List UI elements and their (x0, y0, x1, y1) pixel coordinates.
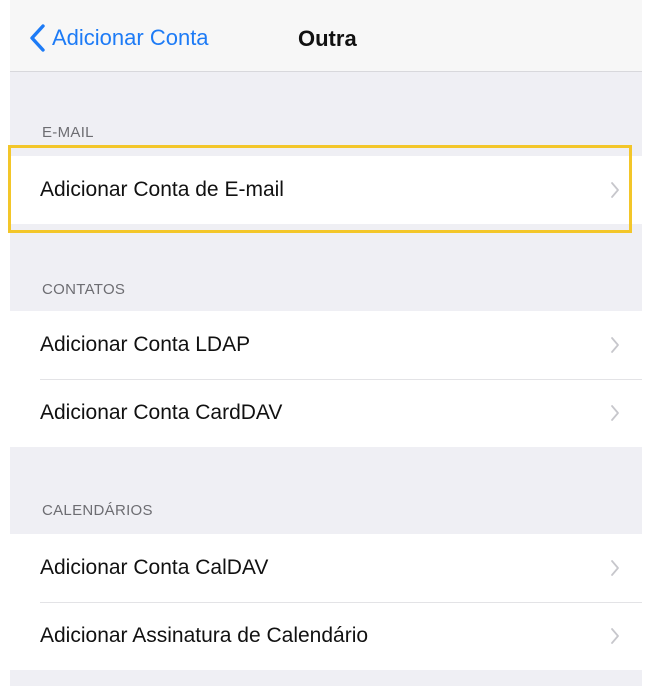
chevron-right-icon (611, 405, 619, 421)
row-label: Adicionar Conta CardDAV (40, 401, 283, 424)
email-group: Adicionar Conta de E-mail (10, 156, 642, 224)
section-header-email: E-MAIL (42, 124, 94, 141)
add-carddav-account-row[interactable]: Adicionar Conta CardDAV (10, 379, 642, 447)
section-header-calendars: CALENDÁRIOS (42, 502, 153, 519)
add-ldap-account-row[interactable]: Adicionar Conta LDAP (10, 311, 642, 379)
add-caldav-account-row[interactable]: Adicionar Conta CalDAV (10, 534, 642, 602)
back-button-label: Adicionar Conta (52, 25, 209, 50)
contacts-group: Adicionar Conta LDAP Adicionar Conta Car… (10, 311, 642, 447)
navigation-bar: Adicionar Conta Outra (10, 0, 642, 72)
row-label: Adicionar Assinatura de Calendário (40, 624, 369, 647)
row-label: Adicionar Conta CalDAV (40, 556, 269, 579)
chevron-right-icon (611, 337, 619, 353)
page-title: Outra (298, 26, 357, 51)
chevron-right-icon (611, 560, 619, 576)
chevron-right-icon (611, 182, 619, 198)
add-email-account-row[interactable]: Adicionar Conta de E-mail (10, 156, 642, 224)
calendars-group: Adicionar Conta CalDAV Adicionar Assinat… (10, 534, 642, 670)
row-label: Adicionar Conta de E-mail (40, 178, 284, 201)
settings-screen: Adicionar Conta Outra E-MAIL Adicionar C… (10, 0, 642, 686)
chevron-right-icon (611, 628, 619, 644)
add-calendar-subscription-row[interactable]: Adicionar Assinatura de Calendário (10, 602, 642, 670)
back-button[interactable]: Adicionar Conta (28, 22, 209, 54)
section-header-contacts: CONTATOS (42, 281, 126, 298)
row-label: Adicionar Conta LDAP (40, 333, 251, 356)
chevron-left-icon (30, 24, 45, 52)
